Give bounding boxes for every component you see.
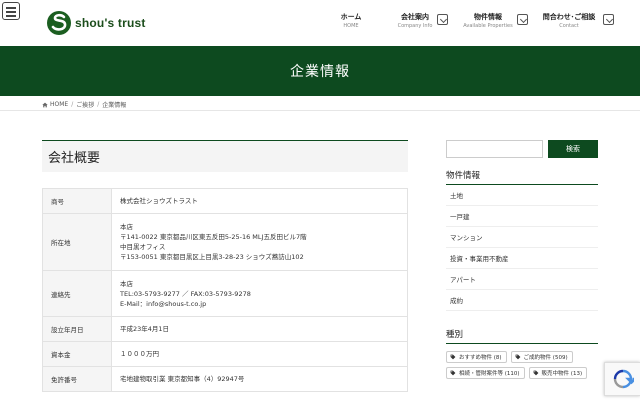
table-row: 資本金 １０００万円	[42, 341, 408, 367]
nav-item-contact[interactable]: 問合わせ･ご相談 Contact	[536, 12, 614, 38]
tag-inheritance[interactable]: 相続・管財案件等 (110)	[446, 367, 525, 379]
breadcrumb-greeting-link[interactable]: ご挨拶	[76, 100, 94, 109]
table-row: 所在地 本店 〒141-0022 東京都品川区東五反田5-25-16 MLJ五反…	[42, 213, 408, 271]
site-logo[interactable]: shou's trust	[46, 10, 146, 36]
chevron-down-icon[interactable]	[437, 14, 448, 25]
menu-toggle-button[interactable]	[2, 2, 20, 20]
row-value: 本店 〒141-0022 東京都品川区東五反田5-25-16 MLJ五反田ビル7…	[111, 213, 408, 271]
tag-on-sale[interactable]: 販売中物件 (13)	[528, 367, 588, 379]
tag-sold[interactable]: ご成約物件 (509)	[510, 351, 573, 363]
row-label: 所在地	[42, 213, 112, 271]
property-heading: 物件情報	[446, 169, 598, 185]
tag-icon	[533, 370, 538, 376]
chevron-down-icon[interactable]	[517, 14, 528, 25]
main-content: 会社概要 商号 株式会社ショウズトラスト 所在地 本店 〒141-0022 東京…	[42, 140, 408, 392]
nav-sublabel: Contact	[559, 23, 579, 29]
nav-label: 物件情報	[474, 13, 502, 21]
tag-cloud: おすすめ物件 (8) ご成約物件 (509) 相続・管財案件等 (110) 販売…	[446, 351, 598, 383]
row-value: 平成23年4月1日	[111, 316, 408, 342]
search-input[interactable]	[446, 140, 543, 158]
chevron-down-icon[interactable]	[603, 14, 614, 25]
table-row: 商号 株式会社ショウズトラスト	[42, 188, 408, 214]
site-header: shou's trust ホーム HOME 会社案内 Company Info …	[0, 0, 640, 49]
table-row: 免許番号 宅地建物取引業 東京都知事（4）92947号	[42, 366, 408, 392]
row-label: 連絡先	[42, 270, 112, 317]
nav-item-home[interactable]: ホーム HOME	[330, 12, 372, 38]
nav-sublabel: Available Properties	[463, 23, 513, 29]
property-item-sold[interactable]: 成約	[446, 290, 598, 311]
table-row: 連絡先 本店 TEL:03-5793-9277 ／ FAX:03-5793-92…	[42, 270, 408, 317]
breadcrumb-divider	[0, 110, 640, 111]
row-value: 本店 TEL:03-5793-9277 ／ FAX:03-5793-9278 E…	[111, 270, 408, 317]
row-label: 免許番号	[42, 366, 112, 392]
property-item-mansion[interactable]: マンション	[446, 227, 598, 248]
main-nav: ホーム HOME 会社案内 Company Info 物件情報 Availabl…	[330, 12, 614, 49]
property-category-list: 土地 一戸建 マンション 投資・事業用不動産 アパート 成約	[446, 185, 598, 311]
breadcrumb: HOME / ご挨拶 / 企業情報	[42, 100, 126, 109]
row-value: 株式会社ショウズトラスト	[111, 188, 408, 214]
home-icon	[42, 102, 48, 107]
recaptcha-badge[interactable]	[604, 362, 640, 396]
tag-icon	[450, 354, 456, 360]
tag-icon	[515, 354, 520, 360]
breadcrumb-home-link[interactable]: HOME	[50, 101, 68, 108]
search-form: 検索	[446, 140, 598, 158]
hamburger-icon	[6, 7, 16, 9]
logo-text: shou's trust	[75, 16, 146, 30]
page-hero: 企業情報	[0, 46, 640, 96]
tag-icon	[450, 370, 456, 376]
sidebar: 検索 物件情報 土地 一戸建 マンション 投資・事業用不動産 アパート 成約 種…	[446, 140, 598, 383]
email-link[interactable]: E-Mail：info@shous-t.co.jp	[120, 299, 399, 309]
property-item-apartment[interactable]: アパート	[446, 269, 598, 290]
nav-item-company[interactable]: 会社案内 Company Info	[384, 12, 448, 49]
row-label: 商号	[42, 188, 112, 214]
row-value: １０００万円	[111, 341, 408, 367]
page-title: 企業情報	[290, 64, 350, 80]
row-value: 宅地建物取引業 東京都知事（4）92947号	[111, 366, 408, 392]
breadcrumb-separator: /	[97, 101, 100, 108]
nav-sublabel: HOME	[343, 23, 359, 29]
row-label: 資本金	[42, 341, 112, 367]
breadcrumb-current: 企業情報	[102, 102, 127, 109]
breadcrumb-separator: /	[71, 101, 74, 108]
recaptcha-icon	[613, 369, 634, 389]
nav-label: ホーム	[340, 13, 362, 21]
property-item-investment[interactable]: 投資・事業用不動産	[446, 248, 598, 269]
company-info-table: 商号 株式会社ショウズトラスト 所在地 本店 〒141-0022 東京都品川区東…	[42, 188, 408, 392]
property-item-house[interactable]: 一戸建	[446, 206, 598, 227]
property-item-land[interactable]: 土地	[446, 185, 598, 206]
logo-mark-icon	[47, 11, 71, 35]
nav-item-properties[interactable]: 物件情報 Available Properties	[456, 12, 528, 38]
section-title: 会社概要	[42, 140, 408, 172]
table-row: 設立年月日 平成23年4月1日	[42, 316, 408, 342]
search-button[interactable]: 検索	[548, 140, 598, 158]
category-heading: 種別	[446, 328, 598, 344]
row-label: 設立年月日	[42, 316, 112, 342]
tag-recommended[interactable]: おすすめ物件 (8)	[446, 351, 507, 363]
nav-label: 問合わせ･ご相談	[542, 13, 596, 21]
